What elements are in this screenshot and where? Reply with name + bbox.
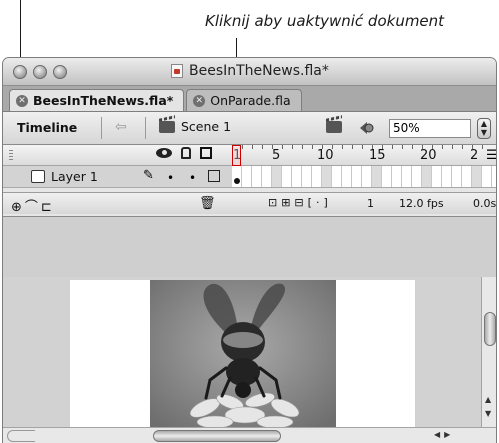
frame-cell[interactable] [252,166,262,187]
document-tab-bar: ✕ BeesInTheNews.fla* ✕ OnParade.fla [3,86,496,112]
close-icon[interactable] [13,65,27,79]
lock-dot-icon[interactable]: • [189,171,196,185]
playhead[interactable] [232,145,241,166]
frame-cell[interactable] [312,166,322,187]
tab-close-icon[interactable]: ✕ [193,94,206,107]
edit-bar: Timeline ⇦ Scene 1 50% ▲ ▼ [3,112,496,145]
frame-cell[interactable] [372,166,382,187]
horizontal-scroll-thumb[interactable] [153,430,281,442]
frame-cell[interactable] [402,166,412,187]
frame-cell[interactable] [282,166,292,187]
minimize-icon[interactable] [33,65,47,79]
callout-activate-document: Kliknij aby uaktywnić dokument [205,12,445,30]
frame-cell[interactable] [482,166,492,187]
frame-cell[interactable] [272,166,282,187]
timeline-panel: 1 5 10 15 20 2 ☰ Layer 1 ✎ • • ⊕⌒⊏ 🗑 ⊡⊞⊟… [3,145,496,217]
tab-bees-in-the-news[interactable]: ✕ BeesInTheNews.fla* [9,89,185,111]
layer-row[interactable]: Layer 1 ✎ • • [3,166,232,188]
frame-cell[interactable] [342,166,352,187]
pasteboard [3,277,481,427]
frame-cell[interactable] [382,166,392,187]
frame-cell[interactable] [452,166,462,187]
panel-grip-icon[interactable] [9,150,13,160]
frame-cell[interactable] [262,166,272,187]
bee-photo[interactable] [150,280,336,427]
frame-cell[interactable] [232,166,242,187]
timeline-menu-icon[interactable]: ☰ [486,148,496,163]
tab-on-parade[interactable]: ✕ OnParade.fla [186,89,302,111]
scroll-track-cap [7,430,35,442]
insert-folder-icon[interactable]: ⊏ [41,200,55,215]
visibility-dot-icon[interactable]: • [167,171,174,185]
frame-strip[interactable] [232,166,496,188]
zoom-stepper[interactable]: ▲ ▼ [477,118,491,139]
motion-guide-icon[interactable]: ⌒ [25,200,41,215]
frame-cell[interactable] [472,166,482,187]
ruler-number: 2 [470,148,479,163]
frame-cell[interactable] [332,166,342,187]
frame-cell[interactable] [362,166,372,187]
scroll-arrows-icon[interactable]: ◀▶ [434,430,454,439]
layer-name[interactable]: Layer 1 [51,169,98,184]
pencil-icon: ✎ [143,168,154,183]
frame-cell[interactable] [412,166,422,187]
document-window: BeesInTheNews.fla* ✕ BeesInTheNews.fla* … [2,57,497,443]
current-frame: 1 [367,197,374,210]
frame-rate[interactable]: 12.0 fps [399,197,444,210]
insert-layer-icon[interactable]: ⊕ [11,200,25,215]
frame-cell[interactable] [432,166,442,187]
scene-clapper-icon [159,120,175,133]
onion-skin-buttons[interactable]: ⊡⊞⊟[·] [268,196,332,209]
ruler-number: 10 [317,148,334,163]
frame-cell[interactable] [322,166,332,187]
timeline-footer: ⊕⌒⊏ 🗑 ⊡⊞⊟[·] 1 12.0 fps 0.0s [3,192,497,215]
frame-cell[interactable] [302,166,312,187]
tab-label: OnParade.fla [210,93,291,108]
layer-buttons: ⊕⌒⊏ [11,196,55,215]
timeline-header: 1 5 10 15 20 2 ☰ [3,145,496,166]
vertical-scroll-thumb[interactable] [484,312,496,346]
window-title-text: BeesInTheNews.fla* [189,63,329,79]
frame-cell[interactable] [422,166,432,187]
frame-cell[interactable] [352,166,362,187]
elapsed-time: 0.0s [473,197,497,210]
eye-icon[interactable] [156,148,172,158]
edit-symbols-icon[interactable] [358,120,374,136]
window-title: BeesInTheNews.fla* [171,63,329,79]
tab-close-icon[interactable]: ✕ [16,94,28,107]
frame-cell[interactable] [242,166,252,187]
ruler-number: 5 [272,148,281,163]
scene-label: Scene 1 [181,119,232,134]
tab-label: BeesInTheNews.fla* [33,93,174,108]
outline-icon[interactable] [200,147,212,159]
back-arrow-icon[interactable]: ⇦ [115,119,127,135]
keyframe-icon [234,178,240,184]
zoom-input[interactable]: 50% [389,119,471,138]
ruler-ticks [232,145,487,149]
scroll-up-icon[interactable]: ▲ [485,395,491,404]
outline-square-icon[interactable] [208,170,220,182]
frame-ruler[interactable]: 1 5 10 15 20 2 [232,145,487,166]
title-bar[interactable]: BeesInTheNews.fla* [3,58,496,86]
ruler-number: 20 [420,148,437,163]
zoom-icon[interactable] [53,65,67,79]
frame-cell[interactable] [462,166,472,187]
ruler-number: 15 [369,148,386,163]
trash-icon[interactable]: 🗑 [199,196,216,211]
timeline-button[interactable]: Timeline [17,120,77,135]
vertical-scrollbar[interactable]: ▲ ▼ [481,277,496,427]
frame-cell[interactable] [392,166,402,187]
separator [145,117,146,139]
scroll-down-icon[interactable]: ▼ [485,409,491,418]
separator [101,117,102,139]
edit-scene-icon[interactable] [326,121,342,133]
layer-icon [31,170,45,183]
scene-breadcrumb[interactable]: Scene 1 [159,119,231,134]
frame-cell[interactable] [292,166,302,187]
stage[interactable] [70,280,415,427]
lock-icon[interactable] [181,147,191,159]
horizontal-scrollbar[interactable]: ◀▶ [3,427,496,443]
frame-cell[interactable] [442,166,452,187]
fla-file-icon [171,64,183,78]
